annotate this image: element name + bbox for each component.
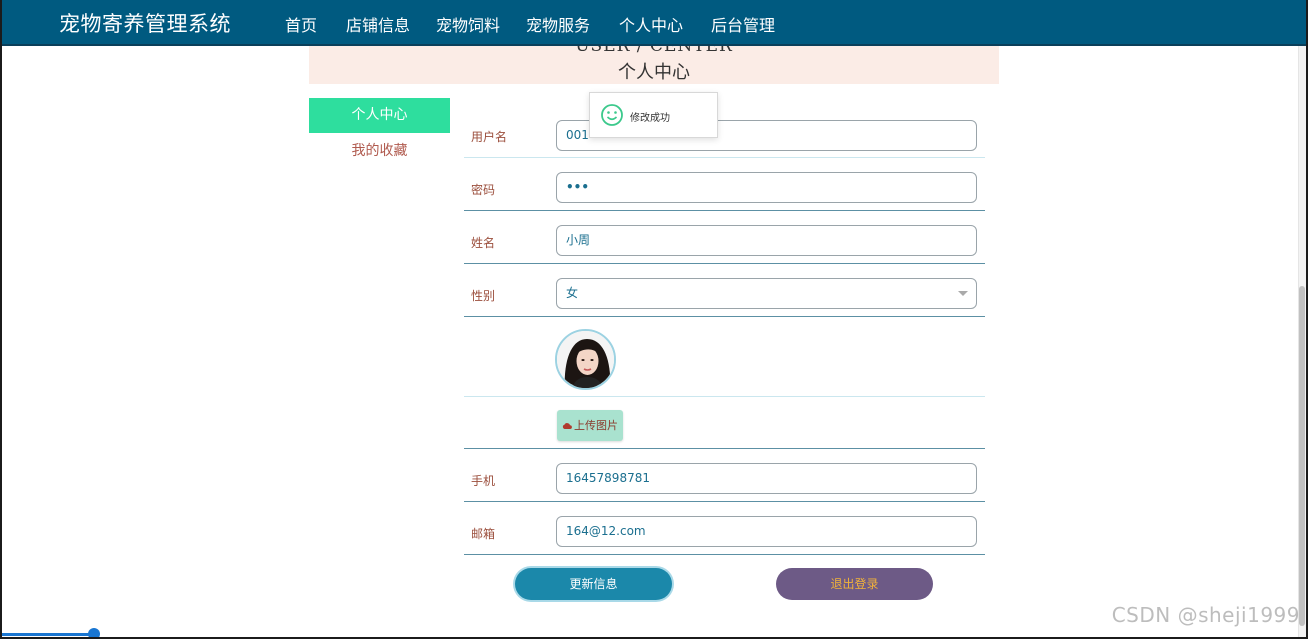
divider [464,396,985,397]
banner-english-title: USER / CENTER [575,46,733,56]
sidebar-item-favorites[interactable]: 我的收藏 [309,140,450,162]
page-title: 个人中心 [618,62,690,83]
divider [464,157,985,158]
phone-label: 手机 [471,474,496,488]
success-toast: 修改成功 [589,92,718,138]
name-field[interactable]: 小周 [556,225,977,256]
nav-shop-info[interactable]: 店铺信息 [346,12,410,36]
update-info-button[interactable]: 更新信息 [515,568,672,600]
divider [464,501,985,502]
page-banner: USER / CENTER 个人中心 [309,46,999,84]
nav-user-center[interactable]: 个人中心 [619,12,683,36]
cloud-upload-icon [562,411,572,442]
upload-image-button[interactable]: 上传图片 [557,410,623,441]
email-label: 邮箱 [471,527,496,541]
smile-icon [601,104,623,130]
divider [464,210,985,211]
nav-home[interactable]: 首页 [285,12,317,36]
bottom-progress-bar [2,633,94,636]
divider [464,263,985,264]
page-scrollbar[interactable] [1298,46,1306,637]
username-label: 用户名 [471,130,508,144]
site-title: 宠物寄养管理系统 [59,12,231,36]
divider [464,448,985,449]
password-label: 密码 [471,183,496,197]
nav-pet-service[interactable]: 宠物服务 [526,12,590,36]
gender-selected-value: 女 [566,286,579,300]
gender-select[interactable]: 女 [556,278,977,309]
scrollbar-thumb[interactable] [1299,286,1305,626]
logout-button[interactable]: 退出登录 [776,568,933,600]
email-field[interactable]: 164@12.com [556,516,977,547]
nav-pet-food[interactable]: 宠物饲料 [436,12,500,36]
avatar [555,329,616,390]
sidebar-item-user-center[interactable]: 个人中心 [309,98,450,133]
password-field[interactable]: ••• [556,172,977,203]
watermark: CSDN @sheji1999 [1111,603,1300,627]
upload-image-label: 上传图片 [574,419,618,432]
avatar-image [557,331,614,388]
top-navbar: 宠物寄养管理系统 首页 店铺信息 宠物饲料 宠物服务 个人中心 后台管理 [2,0,1306,46]
name-label: 姓名 [471,236,496,250]
toast-message: 修改成功 [630,113,670,124]
nav-admin[interactable]: 后台管理 [711,12,775,36]
divider [464,316,985,317]
phone-field[interactable]: 16457898781 [556,463,977,494]
divider [464,554,985,555]
progress-knob[interactable] [88,628,100,637]
chevron-down-icon [958,291,968,296]
app-window: 宠物寄养管理系统 首页 店铺信息 宠物饲料 宠物服务 个人中心 后台管理 USE… [0,0,1308,639]
gender-label: 性别 [471,289,496,303]
